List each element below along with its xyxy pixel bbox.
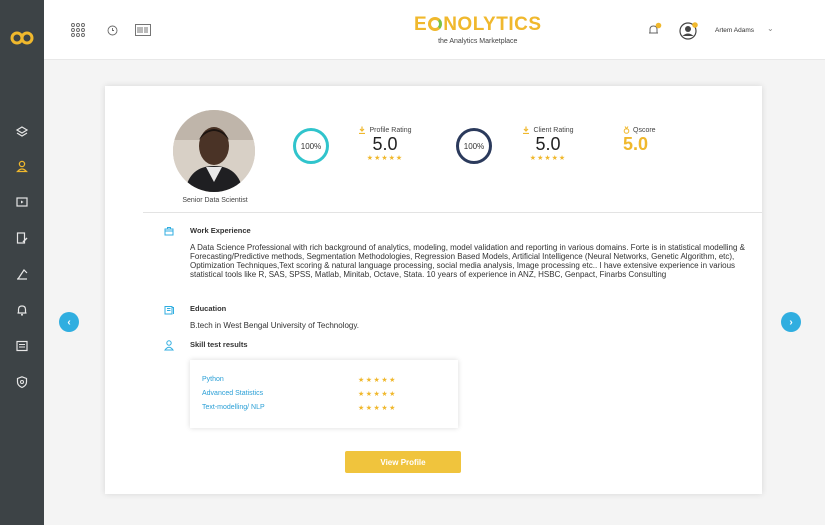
profile-photo — [173, 110, 255, 192]
sidebar-item-scale[interactable] — [12, 264, 32, 284]
top-header: E NOLYTICS the Analytics Marketplace Arte… — [44, 0, 825, 60]
award-icon — [359, 126, 366, 134]
brand-name-end: NOLYTICS — [443, 14, 542, 35]
sidebar-item-media[interactable] — [12, 192, 32, 212]
sidebar-item-documents[interactable] — [12, 228, 32, 248]
profile-completion-ring: 100% — [293, 128, 329, 164]
apps-grid-icon[interactable] — [70, 22, 86, 38]
skill-stars: ★★★★★ — [358, 377, 397, 384]
sidebar-item-notifications[interactable] — [12, 300, 32, 320]
user-name[interactable]: Artem Adams — [715, 27, 754, 34]
bell-icon — [17, 305, 27, 316]
section-divider — [143, 212, 762, 213]
barcode-icon[interactable] — [135, 24, 151, 36]
sidebar — [0, 0, 44, 525]
profile-role: Senior Data Scientist — [182, 197, 248, 204]
view-profile-button[interactable]: View Profile — [345, 451, 461, 473]
profile-rating: Profile Rating 5.0 ★★★★★ — [345, 126, 425, 162]
user-avatar-icon[interactable] — [679, 21, 699, 41]
notification-bell-icon[interactable] — [646, 22, 662, 38]
list-icon — [16, 340, 28, 352]
scale-icon — [17, 269, 28, 280]
client-rating-label: Client Rating — [533, 126, 574, 134]
sidebar-item-user[interactable] — [12, 156, 32, 176]
work-experience-text: A Data Science Professional with rich ba… — [190, 243, 745, 279]
skill-test-title: Skill test results — [190, 340, 248, 349]
skill-name[interactable]: Python — [202, 376, 224, 383]
profile-rating-value: 5.0 — [372, 134, 398, 154]
profile-rating-stars: ★★★★★ — [366, 155, 404, 162]
sidebar-item-security[interactable] — [12, 372, 32, 392]
qscore: Qscore 5.0 — [623, 126, 673, 154]
profile-completion-value: 100% — [300, 141, 322, 151]
edit-document-icon — [16, 232, 28, 244]
qscore-label: Qscore — [633, 126, 656, 134]
award-icon — [523, 126, 530, 134]
app-logo-icon[interactable] — [10, 30, 34, 46]
layers-icon — [15, 126, 29, 137]
work-experience-title: Work Experience — [190, 226, 251, 235]
medal-icon — [623, 126, 630, 134]
brand-name-start: E — [414, 14, 428, 35]
profile-rating-label: Profile Rating — [369, 126, 412, 134]
client-completion-value: 100% — [463, 141, 485, 151]
briefcase-icon — [164, 227, 174, 236]
skill-stars: ★★★★★ — [358, 391, 397, 398]
skill-row: Advanced Statistics ★★★★★ — [202, 390, 452, 398]
chevron-down-icon[interactable]: ⌄ — [767, 24, 774, 33]
client-completion-ring: 100% — [456, 128, 492, 164]
client-rating-value: 5.0 — [535, 134, 561, 154]
brand-tagline: the Analytics Marketplace — [438, 38, 518, 45]
sidebar-item-list[interactable] — [12, 336, 32, 356]
skill-stars: ★★★★★ — [358, 405, 397, 412]
client-rating-stars: ★★★★★ — [529, 155, 567, 162]
brand-o-icon — [428, 17, 443, 31]
education-icon — [164, 306, 174, 315]
skill-name[interactable]: Text-modelling/ NLP — [202, 404, 265, 411]
sidebar-item-layers[interactable] — [12, 122, 32, 142]
skill-test-icon — [164, 340, 174, 351]
shield-icon — [16, 376, 28, 389]
next-profile-button[interactable]: › — [781, 312, 801, 332]
media-icon — [16, 197, 28, 207]
education-title: Education — [190, 304, 227, 313]
profile-card: Senior Data Scientist 100% Profile Ratin… — [105, 86, 762, 494]
education-text: B.tech in West Bengal University of Tech… — [190, 321, 359, 330]
skill-name[interactable]: Advanced Statistics — [202, 390, 263, 397]
previous-profile-button[interactable]: ‹ — [59, 312, 79, 332]
skill-row: Text-modelling/ NLP ★★★★★ — [202, 404, 452, 412]
clock-icon[interactable] — [107, 25, 118, 36]
user-icon — [16, 160, 28, 173]
skill-row: Python ★★★★★ — [202, 376, 452, 384]
skill-test-results: Python ★★★★★ Advanced Statistics ★★★★★ T… — [190, 360, 458, 428]
qscore-value: 5.0 — [623, 134, 649, 154]
brand-logo[interactable]: E NOLYTICS the Analytics Marketplace — [414, 14, 542, 45]
client-rating: Client Rating 5.0 ★★★★★ — [508, 126, 588, 162]
